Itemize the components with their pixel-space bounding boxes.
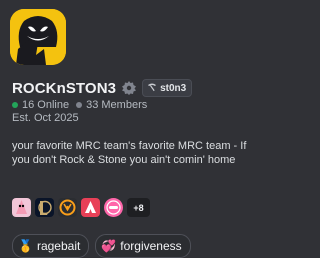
trait-label: forgiveness bbox=[120, 239, 182, 253]
games-list: +8 bbox=[12, 198, 150, 217]
venom-hand-icon bbox=[10, 9, 66, 65]
overwatch-icon[interactable] bbox=[58, 198, 77, 217]
online-count: 16 Online bbox=[22, 99, 70, 111]
member-stats: 16 Online 33 Members bbox=[12, 98, 147, 112]
server-avatar[interactable] bbox=[10, 9, 66, 65]
member-count: 33 Members bbox=[86, 99, 148, 111]
server-profile-card: ROCKnSTON3 st0n3 16 Online 33 Members Es… bbox=[0, 0, 255, 258]
pickaxe-icon bbox=[147, 82, 157, 95]
members-dot-icon bbox=[76, 102, 83, 108]
hearts-icon: 💞 bbox=[101, 239, 117, 253]
patrick-icon[interactable] bbox=[12, 198, 31, 217]
league-of-legends-icon[interactable] bbox=[35, 198, 54, 217]
server-traits: 🥇 ragebait 💞 forgiveness bbox=[12, 234, 191, 258]
server-name-row: ROCKnSTON3 st0n3 bbox=[12, 78, 193, 98]
valorant-icon[interactable] bbox=[81, 198, 100, 217]
more-games-count[interactable]: +8 bbox=[127, 198, 150, 217]
established-date: Est. Oct 2025 bbox=[12, 112, 79, 124]
server-tag-badge[interactable]: st0n3 bbox=[142, 79, 193, 97]
server-name: ROCKnSTON3 bbox=[12, 79, 117, 97]
gear-badge-icon bbox=[121, 80, 137, 96]
trait-chip[interactable]: 💞 forgiveness bbox=[95, 234, 191, 258]
trait-chip[interactable]: 🥇 ragebait bbox=[12, 234, 90, 258]
medal-icon: 🥇 bbox=[18, 239, 33, 253]
online-dot-icon bbox=[12, 102, 18, 108]
server-description: your favorite MRC team's favorite MRC te… bbox=[12, 140, 247, 166]
trait-label: ragebait bbox=[36, 239, 81, 253]
server-tag-label: st0n3 bbox=[160, 82, 187, 94]
osu-icon[interactable] bbox=[104, 198, 123, 217]
